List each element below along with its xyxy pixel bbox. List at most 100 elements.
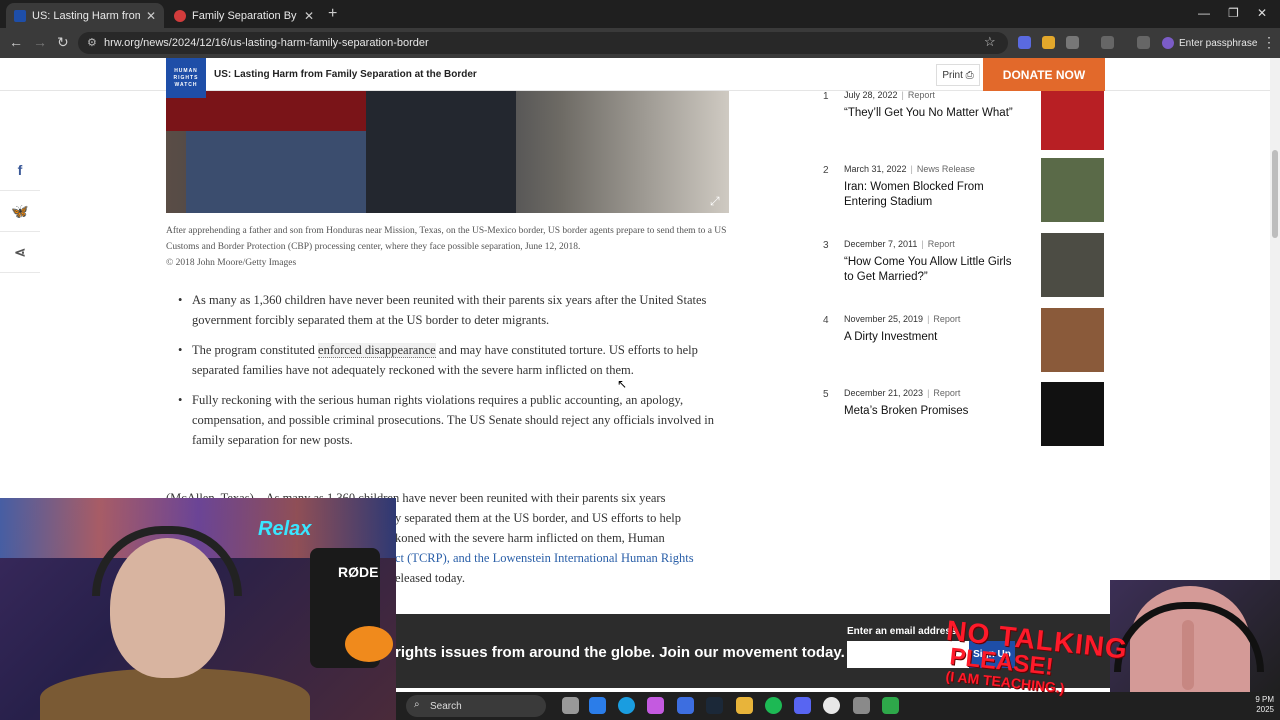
- toolbar: ← → ↻ ⚙ hrw.org/news/2024/12/16/us-lasti…: [0, 28, 1280, 58]
- item-thumbnail[interactable]: [1041, 382, 1104, 446]
- close-window-icon[interactable]: ✕: [1257, 6, 1267, 20]
- hrw-logo[interactable]: HUMAN RIGHTS WATCH: [166, 58, 206, 98]
- item-thumbnail[interactable]: [1041, 158, 1104, 222]
- menu-dots-icon[interactable]: ⋮: [1262, 34, 1276, 51]
- edge-icon[interactable]: [618, 697, 635, 714]
- item-kind: Report: [907, 90, 935, 100]
- app-icon[interactable]: [677, 697, 694, 714]
- item-meta: December 21, 2023 | Report: [844, 388, 961, 398]
- item-number: 2: [823, 165, 829, 176]
- copilot-icon[interactable]: [647, 697, 664, 714]
- item-thumbnail[interactable]: [1041, 88, 1104, 150]
- item-title[interactable]: “How Come You Allow Little Girls to Get …: [844, 255, 1024, 285]
- profile-label: Enter passphrase: [1179, 37, 1258, 49]
- list-item: Fully reckoning with the serious human r…: [178, 390, 733, 450]
- email-label: Enter an email address: [847, 626, 957, 637]
- overlay-person: [1182, 620, 1194, 690]
- site-info-icon[interactable]: ⚙: [87, 36, 97, 49]
- item-meta: July 28, 2022 | Report: [844, 90, 935, 100]
- item-date: March 31, 2022: [844, 164, 907, 174]
- expand-image-icon[interactable]: ⤢: [710, 194, 720, 209]
- extension-shield-icon[interactable]: [1018, 36, 1031, 49]
- item-title[interactable]: Iran: Women Blocked From Entering Stadiu…: [844, 180, 1024, 210]
- site-favicon-icon: [174, 9, 186, 22]
- item-date: December 7, 2011: [844, 239, 918, 249]
- reload-icon[interactable]: ↻: [57, 34, 69, 51]
- maximize-icon[interactable]: ❐: [1228, 6, 1239, 20]
- bullet-text: The program constituted: [192, 343, 315, 357]
- key-points-list: As many as 1,360 children have never bee…: [178, 290, 733, 460]
- close-tab-icon[interactable]: ✕: [304, 9, 314, 23]
- app-icon[interactable]: [882, 697, 899, 714]
- tab-hrw-article[interactable]: US: Lasting Harm from Family S ✕: [6, 3, 164, 28]
- tab-title: US: Lasting Harm from Family S: [32, 9, 140, 22]
- task-view-icon[interactable]: [562, 697, 579, 714]
- photo-credit: © 2018 John Moore/Getty Images: [166, 258, 297, 268]
- tcrp-link[interactable]: ct (TCRP), and the: [395, 551, 489, 565]
- profile-button[interactable]: Enter passphrase: [1162, 33, 1257, 53]
- steam-icon[interactable]: [706, 697, 723, 714]
- item-title[interactable]: “They’ll Get You No Matter What”: [844, 106, 1034, 121]
- page-title: US: Lasting Harm from Family Separation …: [214, 69, 477, 80]
- logo-line: WATCH: [174, 81, 198, 88]
- lowenstein-link[interactable]: Lowenstein International Human Rights: [493, 551, 694, 565]
- item-kind: Report: [927, 239, 955, 249]
- print-label: Print: [942, 69, 963, 81]
- item-kind: Report: [933, 314, 961, 324]
- item-number: 4: [823, 315, 829, 326]
- bullet-text: As many as 1,360 children have never bee…: [192, 293, 707, 327]
- extensions-puzzle-icon[interactable]: [1066, 36, 1079, 49]
- reading-list-icon[interactable]: [1137, 36, 1150, 49]
- photo-detail: [366, 91, 516, 213]
- pumpkin-icon: [345, 626, 393, 662]
- bookmark-star-icon[interactable]: ☆: [984, 34, 996, 50]
- tab-search-icon[interactable]: [1101, 36, 1114, 49]
- mic-brand: RØDE: [338, 564, 379, 580]
- list-item: As many as 1,360 children have never bee…: [178, 290, 733, 330]
- article-photo: [166, 91, 729, 213]
- spotify-icon[interactable]: [765, 697, 782, 714]
- item-kind: News Release: [916, 164, 975, 174]
- chrome-icon[interactable]: [823, 697, 840, 714]
- app-icon[interactable]: [853, 697, 870, 714]
- printer-icon: ⎙: [965, 69, 974, 81]
- forward-icon[interactable]: →: [33, 34, 47, 50]
- store-icon[interactable]: [589, 697, 606, 714]
- newsletter-message: rights issues from around the globe. Joi…: [395, 644, 845, 661]
- minimize-icon[interactable]: —: [1198, 6, 1210, 20]
- item-number: 1: [823, 91, 829, 102]
- new-tab-button[interactable]: +: [328, 5, 337, 23]
- print-button[interactable]: Print ⎙: [936, 64, 980, 86]
- bluesky-icon[interactable]: 🦋: [0, 191, 40, 232]
- glossary-term-link[interactable]: enforced disappearance: [318, 343, 436, 358]
- url-text: hrw.org/news/2024/12/16/us-lasting-harm-…: [104, 37, 429, 49]
- facebook-icon[interactable]: f: [0, 150, 40, 191]
- neon-sign: Relax: [258, 518, 312, 540]
- bullet-text: Fully reckoning with the serious human r…: [192, 393, 714, 447]
- share-icon[interactable]: ⋖: [0, 232, 40, 273]
- logo-line: HUMAN: [174, 67, 198, 74]
- item-title[interactable]: Meta’s Broken Promises: [844, 404, 1024, 419]
- scrollbar-thumb[interactable]: [1272, 150, 1278, 238]
- taskbar-search[interactable]: ⌕ Search: [406, 695, 546, 717]
- streamer-webcam: Relax RØDE: [0, 498, 396, 720]
- close-tab-icon[interactable]: ✕: [146, 9, 156, 23]
- photo-detail: [186, 131, 366, 213]
- item-date: November 25, 2019: [844, 314, 924, 324]
- extension-badge-icon[interactable]: [1042, 36, 1055, 49]
- item-title[interactable]: A Dirty Investment: [844, 330, 1024, 345]
- item-number: 5: [823, 389, 829, 400]
- search-label: Search: [430, 700, 462, 712]
- address-bar[interactable]: ⚙ hrw.org/news/2024/12/16/us-lasting-har…: [78, 32, 1008, 54]
- item-kind: Report: [933, 388, 961, 398]
- item-meta: November 25, 2019 | Report: [844, 314, 961, 324]
- tab-family-separation[interactable]: Family Separation By the Numb ✕: [166, 3, 322, 28]
- file-explorer-icon[interactable]: [736, 697, 753, 714]
- discord-icon[interactable]: [794, 697, 811, 714]
- donate-button[interactable]: DONATE NOW: [983, 58, 1105, 91]
- back-icon[interactable]: ←: [9, 34, 23, 50]
- system-clock[interactable]: 9 PM 2025: [1238, 695, 1274, 715]
- item-thumbnail[interactable]: [1041, 233, 1104, 297]
- photo-caption: After apprehending a father and son from…: [166, 223, 731, 271]
- item-thumbnail[interactable]: [1041, 308, 1104, 372]
